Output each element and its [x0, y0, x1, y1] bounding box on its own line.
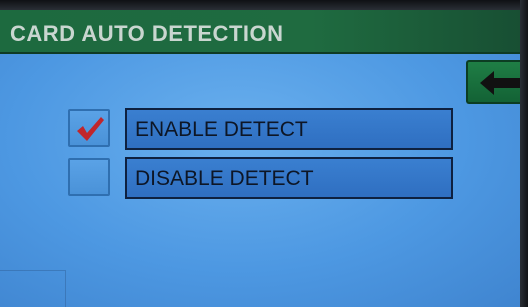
bezel [0, 0, 528, 10]
disable-detect-checkbox[interactable] [68, 158, 110, 196]
enable-detect-checkbox[interactable] [68, 109, 110, 147]
screen: CARD AUTO DETECTION ENABLE DETECT DISABL… [0, 0, 528, 307]
option-row-enable: ENABLE DETECT [68, 108, 454, 150]
option-row-disable: DISABLE DETECT [68, 157, 454, 199]
corner-touch-area [0, 270, 66, 307]
back-arrow-icon [480, 71, 520, 95]
enable-detect-button[interactable]: ENABLE DETECT [125, 108, 453, 150]
bezel-edge [520, 0, 528, 307]
title-bar: CARD AUTO DETECTION [0, 10, 520, 54]
disable-detect-label: DISABLE DETECT [135, 167, 314, 190]
disable-detect-button[interactable]: DISABLE DETECT [125, 157, 453, 199]
enable-detect-label: ENABLE DETECT [135, 118, 308, 141]
back-button[interactable] [466, 60, 528, 104]
checkmark-icon [77, 117, 104, 141]
page-title: CARD AUTO DETECTION [10, 21, 284, 46]
